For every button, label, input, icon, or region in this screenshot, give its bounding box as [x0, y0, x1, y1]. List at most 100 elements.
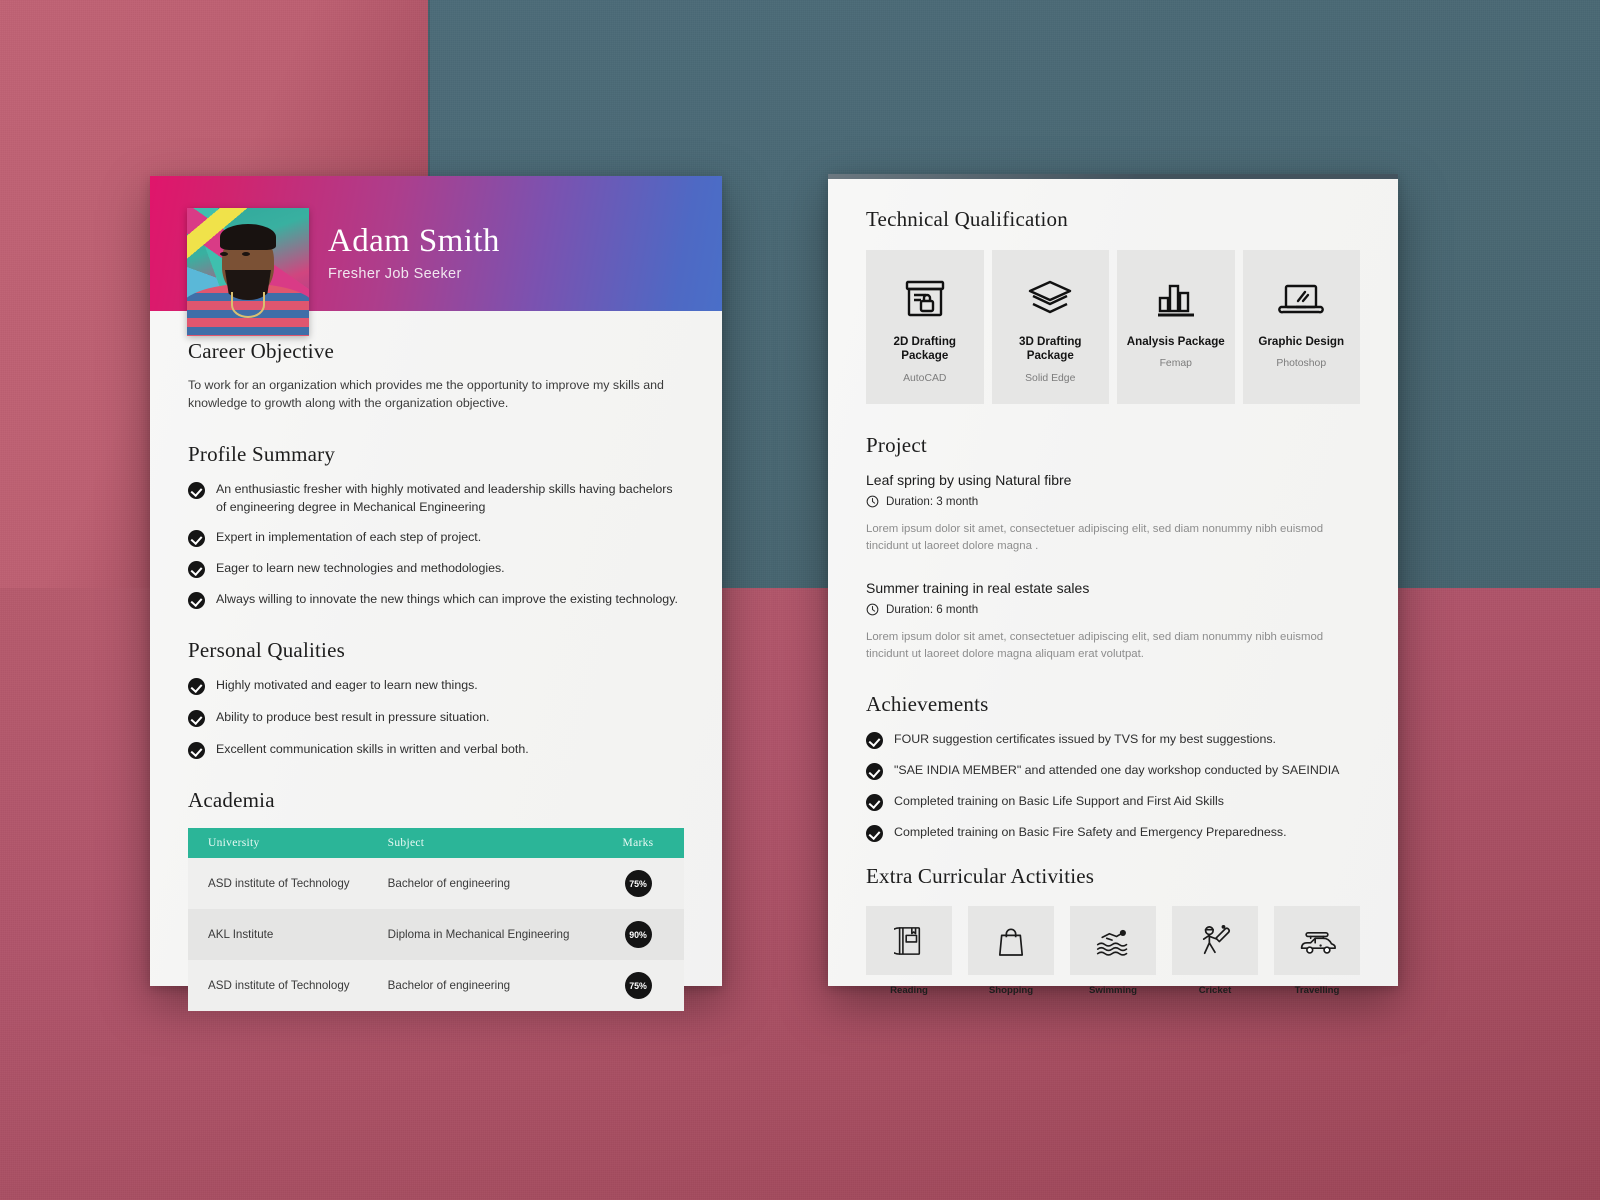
tech-card-tool: Photoshop	[1276, 358, 1327, 370]
column-header-subject: Subject	[367, 828, 592, 859]
technical-qualification-grid: 2D Drafting Package AutoCAD 3D Drafting …	[866, 250, 1360, 404]
list-item-label: FOUR suggestion certificates issued by T…	[894, 732, 1276, 747]
tech-card-tool: Femap	[1159, 358, 1192, 370]
marks-badge: 90%	[624, 921, 652, 949]
check-icon	[188, 678, 205, 696]
list-item-label: Eager to learn new technologies and meth…	[216, 561, 505, 576]
swimmer-icon	[1070, 906, 1156, 976]
identity-block: Adam Smith Fresher Job Seeker	[328, 224, 500, 282]
list-item: Completed training on Basic Fire Safety …	[866, 824, 1360, 843]
column-header-marks: Marks	[592, 828, 684, 859]
list-item-label: Expert in implementation of each step of…	[216, 530, 482, 545]
activity-item: Reading	[866, 906, 952, 996]
tech-card: 2D Drafting Package AutoCAD	[866, 250, 984, 404]
list-item: "SAE INDIA MEMBER" and attended one day …	[866, 762, 1360, 781]
marks-badge: 75%	[624, 870, 652, 898]
project-description: Lorem ipsum dolor sit amet, consectetuer…	[866, 631, 1324, 661]
activity-item: Travelling	[1274, 906, 1360, 996]
resume-page-1: Adam Smith Fresher Job Seeker Career Obj…	[150, 176, 722, 1012]
check-icon	[188, 530, 205, 548]
project-duration-label: Duration: 6 month	[886, 603, 979, 617]
shopping-bag-icon	[968, 906, 1054, 976]
candidate-subtitle: Fresher Job Seeker	[328, 265, 462, 282]
achievements-list: FOUR suggestion certificates issued by T…	[866, 731, 1360, 843]
cell-university: ASD institute of Technology	[208, 979, 350, 993]
list-item-label: Highly motivated and eager to learn new …	[216, 678, 478, 693]
academia-table: University Subject Marks ASD institute o…	[188, 828, 684, 1012]
check-icon	[188, 710, 205, 728]
list-item: Always willing to innovate the new thing…	[188, 591, 684, 610]
cell-subject: Bachelor of engineering	[387, 877, 511, 891]
list-item-label: Excellent communication skills in writte…	[216, 742, 529, 757]
check-icon	[866, 794, 883, 812]
photo-hair	[220, 224, 276, 250]
layers-stack-icon	[1027, 274, 1073, 324]
drafting-board-lock-icon	[903, 274, 947, 324]
resume-page-2: Technical Qualification 2D Drafting Pack…	[828, 174, 1398, 996]
list-item: Excellent communication skills in writte…	[188, 741, 684, 760]
academia-table-head: University Subject Marks	[188, 828, 684, 859]
activity-item: Swimming	[1070, 906, 1156, 996]
section-title-technical-qualification: Technical Qualification	[866, 207, 1068, 231]
check-icon	[188, 561, 205, 579]
page-1-body: Career Objective To work for an organiza…	[150, 311, 722, 1012]
check-icon	[188, 481, 205, 499]
activity-label: Shopping	[988, 985, 1034, 997]
cell-university: AKL Institute	[208, 928, 274, 942]
list-item-label: Always willing to innovate the new thing…	[216, 592, 678, 607]
table-header-row: University Subject Marks	[188, 828, 684, 859]
check-icon	[866, 763, 883, 781]
list-item: FOUR suggestion certificates issued by T…	[866, 731, 1360, 750]
clock-icon	[866, 495, 879, 508]
cell-university: ASD institute of Technology	[208, 877, 350, 891]
project-name: Leaf spring by using Natural fibre	[866, 471, 1072, 488]
profile-summary-list: An enthusiastic fresher with highly moti…	[188, 481, 684, 610]
tech-card: 3D Drafting Package Solid Edge	[991, 250, 1109, 404]
laptop-icon	[1277, 274, 1325, 324]
tech-card-name: 2D Drafting Package	[893, 335, 956, 363]
list-item-label: "SAE INDIA MEMBER" and attended one day …	[894, 763, 1340, 778]
cell-marks: 75%	[592, 858, 684, 909]
tech-card: Graphic Design Photoshop	[1242, 250, 1360, 404]
cricket-batsman-icon	[1172, 906, 1258, 976]
extra-curricular-grid: Reading Shopping Swimming Cricket Travel…	[866, 906, 1360, 996]
activity-label: Swimming	[1089, 985, 1137, 997]
car-with-luggage-icon	[1274, 906, 1360, 976]
cell-marks: 90%	[592, 909, 684, 960]
marks-badge: 75%	[624, 972, 652, 1000]
list-item: Eager to learn new technologies and meth…	[188, 560, 684, 579]
table-row: AKL Institute Diploma in Mechanical Engi…	[188, 909, 684, 961]
project-entry: Leaf spring by using Natural fibre Durat…	[866, 472, 1360, 555]
column-header-university: University	[188, 828, 368, 859]
list-item-label: An enthusiastic fresher with highly moti…	[216, 481, 673, 514]
list-item-label: Completed training on Basic Life Support…	[894, 794, 1224, 809]
project-duration: Duration: 3 month	[866, 495, 1360, 508]
candidate-name: Adam Smith	[328, 223, 500, 259]
list-item: Highly motivated and eager to learn new …	[188, 677, 684, 696]
table-row: ASD institute of Technology Bachelor of …	[188, 960, 684, 1012]
project-name: Summer training in real estate sales	[866, 580, 1090, 597]
activity-label: Cricket	[1198, 985, 1232, 997]
section-title-extra-curricular: Extra Curricular Activities	[866, 864, 1095, 889]
tech-card-name: Graphic Design	[1258, 335, 1345, 348]
tech-card-name: 3D Drafting Package	[1019, 335, 1082, 363]
section-title-achievements: Achievements	[866, 692, 989, 717]
bar-chart-icon	[1154, 274, 1198, 324]
book-icon	[866, 906, 952, 976]
section-title-career-objective: Career Objective	[188, 339, 335, 363]
list-item: Expert in implementation of each step of…	[188, 529, 684, 548]
section-title-profile-summary: Profile Summary	[188, 441, 336, 466]
section-title-project: Project	[866, 432, 927, 457]
check-icon	[866, 732, 883, 750]
academia-table-body: ASD institute of Technology Bachelor of …	[188, 858, 684, 1012]
activity-item: Cricket	[1172, 906, 1258, 996]
photo-eye-right	[242, 252, 250, 256]
activity-item: Shopping	[968, 906, 1054, 996]
check-icon	[188, 742, 205, 760]
list-item-label: Completed training on Basic Fire Safety …	[894, 825, 1287, 840]
cell-marks: 75%	[592, 960, 684, 1011]
cell-subject: Diploma in Mechanical Engineering	[387, 928, 570, 942]
tech-card-tool: Solid Edge	[1025, 372, 1076, 384]
page-2-body: Technical Qualification 2D Drafting Pack…	[828, 174, 1398, 996]
tech-card: Analysis Package Femap	[1117, 250, 1235, 404]
